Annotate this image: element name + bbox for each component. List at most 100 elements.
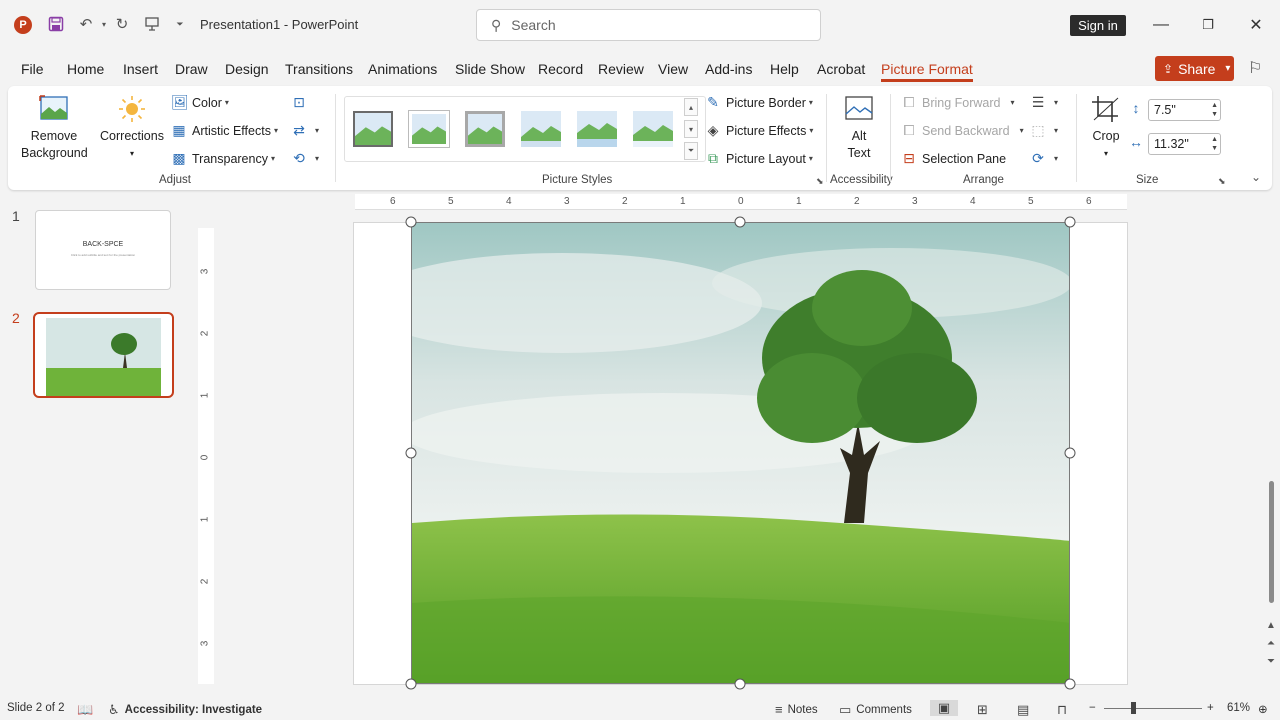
redo-icon[interactable]: ↻ [112, 14, 132, 34]
previous-slide-icon[interactable]: ⏶ [1266, 638, 1276, 649]
resize-handle-top-left[interactable] [405, 216, 417, 228]
tab-draw[interactable]: Draw [175, 61, 208, 77]
gallery-scroll-up-icon[interactable]: ▴ [684, 98, 698, 116]
resize-handle-bottom[interactable] [734, 678, 746, 690]
tab-acrobat[interactable]: Acrobat [817, 61, 865, 77]
picture-border-button[interactable]: ✎ Picture Border ▾ [705, 94, 813, 111]
dialog-launcher-icon[interactable]: ⬊ [1218, 176, 1226, 187]
zoom-slider-thumb[interactable] [1131, 702, 1136, 714]
feedback-icon[interactable]: ⚐ [1248, 58, 1262, 78]
corrections-button[interactable]: Corrections ▾ [98, 94, 166, 162]
scrollbar-thumb[interactable] [1269, 481, 1274, 603]
reset-picture-button[interactable]: ⟲ ▾ [291, 150, 319, 167]
shape-width-field[interactable]: 11.32" ▲ ▼ [1148, 133, 1221, 155]
comments-button[interactable]: ▭ Comments [839, 702, 912, 718]
resize-handle-right[interactable] [1064, 447, 1076, 459]
next-slide-icon[interactable]: ⏷ [1266, 656, 1276, 667]
align-button[interactable]: ☰ ▾ [1030, 94, 1058, 111]
zoom-out-icon[interactable]: − [1089, 702, 1096, 714]
close-icon[interactable]: ✕ [1245, 14, 1267, 36]
dialog-launcher-icon[interactable]: ⬊ [816, 176, 824, 187]
accessibility-status[interactable]: ♿ Accessibility: Investigate [108, 702, 262, 718]
slide-thumbnail-1[interactable]: BACK-SPCE Click to add subtitle and text… [35, 210, 171, 290]
normal-view-button[interactable]: ▣ [930, 700, 958, 716]
chevron-down-icon: ▾ [808, 98, 813, 107]
shape-height-field[interactable]: 7.5" ▲ ▼ [1148, 99, 1221, 121]
reading-view-button[interactable]: ▤ [1017, 702, 1034, 718]
compress-pictures-button[interactable]: ⊡ [291, 94, 312, 111]
selection-pane-button[interactable]: ⊟ Selection Pane [901, 150, 1006, 167]
restore-icon[interactable]: ❐ [1197, 14, 1219, 36]
change-picture-button[interactable]: ⇄ ▾ [291, 122, 319, 139]
share-button[interactable]: ⇪ Share ▾ [1155, 56, 1234, 81]
tab-view[interactable]: View [658, 61, 688, 77]
vertical-scrollbar[interactable]: ▲ ⏶ ⏷ [1266, 196, 1276, 676]
color-label: Color [192, 95, 222, 110]
zoom-in-icon[interactable]: + [1207, 702, 1214, 714]
slide-thumbnail-2[interactable] [33, 312, 174, 398]
resize-handle-bottom-left[interactable] [405, 678, 417, 690]
picture-style-thumb[interactable] [577, 111, 617, 147]
tab-home[interactable]: Home [67, 61, 104, 77]
present-icon[interactable] [142, 14, 162, 34]
picture-style-thumb[interactable] [465, 111, 505, 147]
tab-slide-show[interactable]: Slide Show [455, 61, 525, 77]
tab-review[interactable]: Review [598, 61, 644, 77]
chevron-down-icon: ▾ [808, 154, 813, 163]
collapse-ribbon-icon[interactable]: ⌄ [1251, 170, 1261, 184]
picture-style-thumb[interactable] [521, 111, 561, 147]
tab-transitions[interactable]: Transitions [285, 61, 353, 77]
tab-add-ins[interactable]: Add-ins [705, 61, 752, 77]
bring-forward-button[interactable]: ⧠ Bring Forward ▾ [901, 94, 1014, 111]
rotate-button[interactable]: ⟳ ▾ [1030, 150, 1058, 167]
change-picture-icon: ⇄ [293, 122, 305, 138]
undo-icon[interactable]: ↶ [76, 14, 96, 34]
transparency-button[interactable]: ▩ Transparency ▾ [171, 150, 275, 167]
picture-layout-button[interactable]: ⧉ Picture Layout ▾ [705, 150, 813, 167]
resize-handle-bottom-right[interactable] [1064, 678, 1076, 690]
picture-effects-button[interactable]: ◈ Picture Effects ▾ [705, 122, 814, 139]
group-button[interactable]: ⬚ ▾ [1030, 122, 1058, 139]
crop-button[interactable]: Crop ▾ [1088, 94, 1124, 162]
minimize-icon[interactable]: — [1150, 14, 1172, 36]
picture-style-thumb[interactable] [353, 111, 393, 147]
ruler-tick-label: 6 [390, 196, 396, 207]
tab-picture-format[interactable]: Picture Format [881, 61, 973, 82]
save-icon[interactable] [46, 14, 66, 34]
selected-picture[interactable] [411, 222, 1070, 684]
resize-handle-top-right[interactable] [1064, 216, 1076, 228]
resize-handle-top[interactable] [734, 216, 746, 228]
zoom-level[interactable]: 61% [1227, 702, 1250, 714]
tab-file[interactable]: File [21, 61, 44, 77]
spelling-icon[interactable]: 📖 [77, 702, 98, 718]
gallery-more-icon[interactable]: ⏷ [684, 142, 698, 160]
picture-style-thumb[interactable] [409, 111, 449, 147]
notes-button[interactable]: ≡ Notes [775, 702, 818, 717]
gallery-scroll-down-icon[interactable]: ▾ [684, 120, 698, 138]
tab-help[interactable]: Help [770, 61, 799, 77]
zoom-slider[interactable] [1104, 708, 1202, 709]
resize-handle-left[interactable] [405, 447, 417, 459]
tab-record[interactable]: Record [538, 61, 583, 77]
send-backward-button[interactable]: ⧠ Send Backward ▾ [901, 122, 1023, 139]
tab-insert[interactable]: Insert [123, 61, 158, 77]
tab-animations[interactable]: Animations [368, 61, 437, 77]
picture-style-thumb[interactable] [633, 111, 673, 147]
shape-width-value: 11.32" [1154, 137, 1189, 151]
spinner-icon[interactable]: ▲ ▼ [1211, 101, 1218, 119]
fit-to-window-icon[interactable]: ⊕ [1258, 702, 1268, 716]
search-input[interactable]: ⚲ Search [476, 9, 821, 41]
slide-sorter-button[interactable]: ⊞ [977, 702, 993, 718]
customize-toolbar-icon[interactable]: ⏷ [170, 14, 190, 34]
scroll-up-icon[interactable]: ▲ [1266, 620, 1276, 631]
color-button[interactable]: 🖼 Color ▾ [171, 94, 229, 111]
slide-show-button[interactable]: ⊓ [1057, 702, 1072, 718]
undo-dropdown-icon[interactable]: ▾ [94, 14, 114, 34]
alt-text-button[interactable]: Alt Text [838, 94, 880, 162]
remove-background-button[interactable]: Remove Background [18, 94, 90, 162]
ruler-tick-label: 4 [506, 196, 512, 207]
tab-design[interactable]: Design [225, 61, 269, 77]
spinner-icon[interactable]: ▲ ▼ [1211, 135, 1218, 153]
sign-in-button[interactable]: Sign in [1070, 15, 1126, 36]
artistic-effects-button[interactable]: ▦ Artistic Effects ▾ [171, 122, 278, 139]
